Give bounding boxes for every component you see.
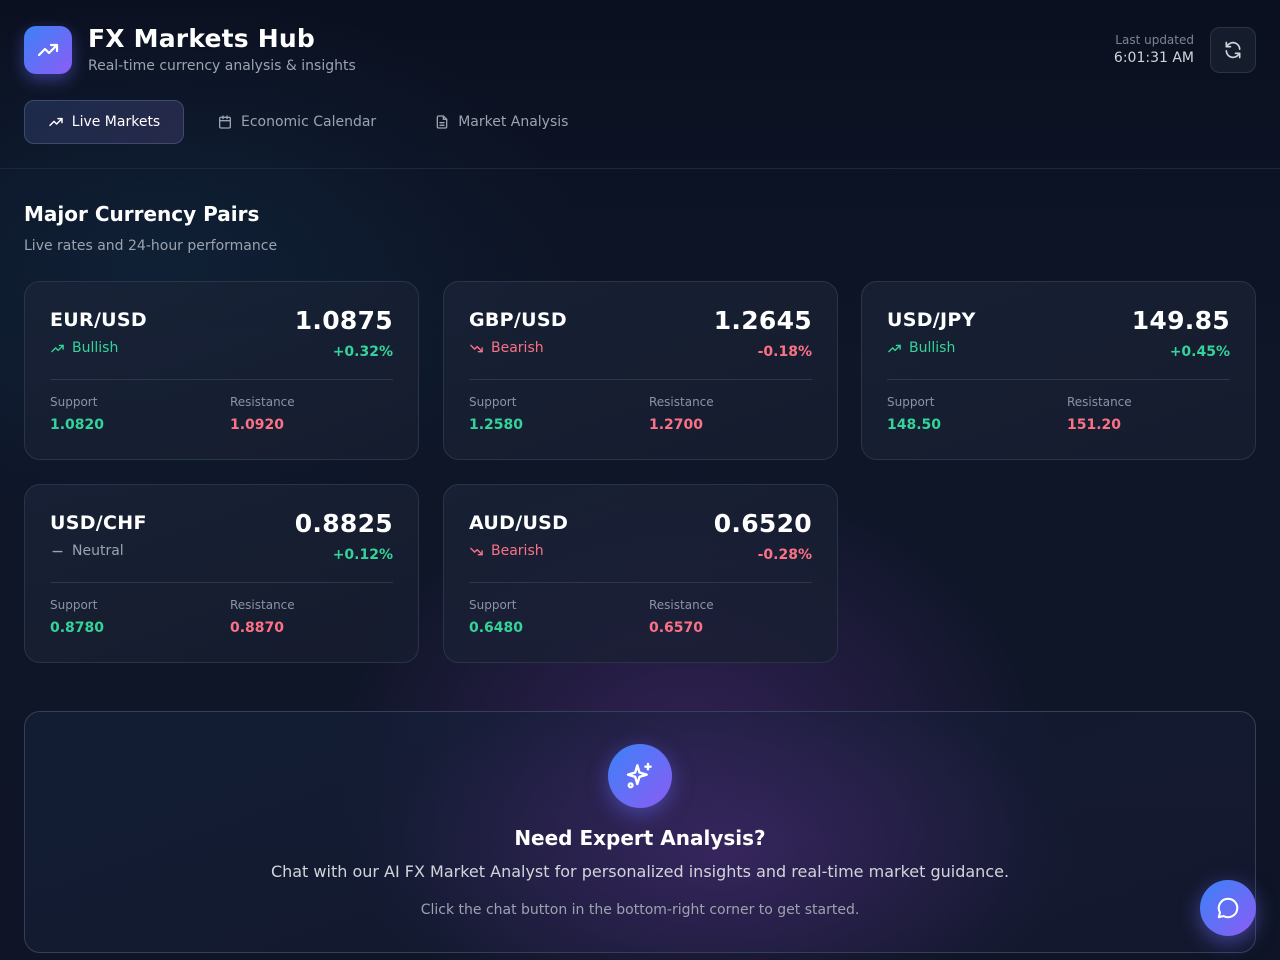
trending-down-icon (469, 341, 484, 356)
currency-card-usd-chf[interactable]: USD/CHF Neutral 0.8825 +0.12% Support Re… (24, 484, 419, 663)
trend-indicator: Bearish (469, 340, 544, 356)
rate-value: 1.0875 (294, 306, 393, 335)
pair-name: EUR/USD (50, 309, 147, 331)
change-value: -0.18% (757, 344, 812, 360)
tab-economic-calendar[interactable]: Economic Calendar (216, 100, 377, 144)
support-label: Support (50, 598, 98, 612)
main-tabs: Live Markets Economic Calendar Market An… (24, 100, 569, 144)
support-label: Support (887, 395, 935, 409)
tab-label: Live Markets (71, 114, 161, 130)
calendar-icon (217, 114, 233, 130)
change-value: +0.45% (1169, 344, 1230, 360)
app-subtitle: Real-time currency analysis & insights (88, 58, 356, 74)
last-updated-time: 6:01:31 AM (1113, 50, 1194, 66)
divider (887, 379, 1230, 380)
app-title: FX Markets Hub (88, 24, 315, 53)
section-title: Major Currency Pairs (24, 202, 260, 226)
chat-bubble-icon (1217, 897, 1239, 919)
support-label: Support (469, 598, 517, 612)
trend-label: Neutral (72, 543, 124, 559)
refresh-icon (1225, 41, 1241, 59)
change-value: +0.12% (332, 547, 393, 563)
trending-up-icon (50, 341, 65, 356)
tab-label: Economic Calendar (241, 114, 377, 130)
sparkles-icon (626, 762, 652, 789)
app-header: FX Markets Hub Real-time currency analys… (0, 0, 1280, 169)
trending-down-icon (469, 544, 484, 559)
cta-hint: Click the chat button in the bottom-righ… (420, 902, 860, 918)
resistance-label: Resistance (649, 598, 714, 612)
section-subtitle: Live rates and 24-hour performance (24, 238, 278, 254)
resistance-label: Resistance (649, 395, 714, 409)
document-icon (434, 114, 450, 130)
pair-name: USD/CHF (50, 512, 147, 534)
currency-card-aud-usd[interactable]: AUD/USD Bearish 0.6520 -0.28% Support Re… (443, 484, 838, 663)
trend-indicator: Bullish (50, 340, 118, 356)
trending-up-icon (37, 43, 59, 57)
resistance-value: 0.6570 (649, 620, 704, 636)
rate-value: 1.2645 (713, 306, 812, 335)
divider (469, 582, 812, 583)
rate-value: 149.85 (1131, 306, 1230, 335)
divider (50, 582, 393, 583)
trending-up-icon (48, 114, 64, 130)
tab-live-markets[interactable]: Live Markets (24, 100, 184, 144)
currency-card-eur-usd[interactable]: EUR/USD Bullish 1.0875 +0.32% Support Re… (24, 281, 419, 460)
support-value: 1.2580 (469, 417, 524, 433)
cta-description: Chat with our AI FX Market Analyst for p… (270, 862, 1010, 881)
support-value: 148.50 (887, 417, 942, 433)
support-value: 0.8780 (50, 620, 105, 636)
resistance-value: 0.8870 (230, 620, 285, 636)
rate-value: 0.6520 (713, 509, 812, 538)
cta-title: Need Expert Analysis? (514, 826, 766, 850)
trend-label: Bullish (72, 340, 119, 356)
trending-up-icon (887, 341, 902, 356)
trend-label: Bearish (491, 340, 544, 356)
resistance-label: Resistance (230, 598, 295, 612)
refresh-button[interactable] (1210, 27, 1256, 73)
support-label: Support (50, 395, 98, 409)
tab-label: Market Analysis (458, 114, 569, 130)
support-label: Support (469, 395, 517, 409)
pair-name: AUD/USD (469, 512, 569, 534)
change-value: +0.32% (332, 344, 393, 360)
resistance-value: 1.2700 (649, 417, 704, 433)
resistance-label: Resistance (230, 395, 295, 409)
resistance-value: 1.0920 (230, 417, 285, 433)
support-value: 0.6480 (469, 620, 524, 636)
currency-card-usd-jpy[interactable]: USD/JPY Bullish 149.85 +0.45% Support Re… (861, 281, 1256, 460)
app-logo (24, 26, 72, 74)
change-value: -0.28% (757, 547, 812, 563)
trend-indicator: Bullish (887, 340, 955, 356)
resistance-value: 151.20 (1067, 417, 1122, 433)
support-value: 1.0820 (50, 417, 105, 433)
divider (469, 379, 812, 380)
trend-label: Bearish (491, 543, 544, 559)
divider (50, 379, 393, 380)
expert-analysis-panel: Need Expert Analysis? Chat with our AI F… (24, 711, 1256, 953)
tab-market-analysis[interactable]: Market Analysis (433, 100, 569, 144)
chat-button[interactable] (1200, 880, 1256, 936)
minus-icon (50, 544, 65, 559)
resistance-label: Resistance (1067, 395, 1132, 409)
currency-card-gbp-usd[interactable]: GBP/USD Bearish 1.2645 -0.18% Support Re… (443, 281, 838, 460)
trend-indicator: Bearish (469, 543, 544, 559)
trend-indicator: Neutral (50, 543, 124, 559)
pair-name: GBP/USD (469, 309, 567, 331)
rate-value: 0.8825 (294, 509, 393, 538)
pair-name: USD/JPY (887, 309, 976, 331)
trend-label: Bullish (909, 340, 956, 356)
cta-icon-badge (608, 744, 672, 808)
last-updated-label: Last updated (1115, 33, 1194, 47)
